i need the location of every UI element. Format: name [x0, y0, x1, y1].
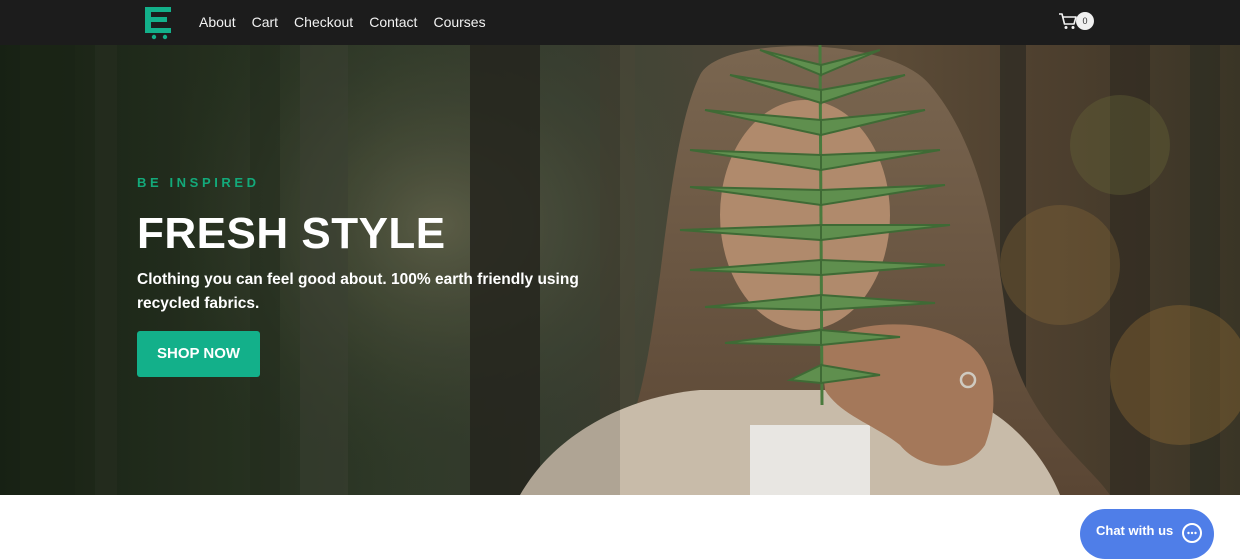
logo-icon[interactable] [142, 4, 176, 40]
chat-widget-button[interactable]: Chat with us [1080, 509, 1214, 559]
nav-link-courses[interactable]: Courses [433, 14, 485, 30]
main-nav: About Cart Checkout Contact Courses [199, 0, 502, 43]
hero-text-block: BE INSPIRED FRESH STYLE Clothing you can… [137, 175, 607, 377]
cart-button[interactable]: 0 [1058, 9, 1098, 33]
chat-label: Chat with us [1096, 523, 1174, 538]
hero-headline: FRESH STYLE [137, 209, 446, 258]
chat-bubble-icon [1182, 523, 1202, 543]
nav-link-checkout[interactable]: Checkout [294, 14, 353, 30]
nav-link-cart[interactable]: Cart [252, 14, 278, 30]
nav-link-about[interactable]: About [199, 14, 236, 30]
nav-link-contact[interactable]: Contact [369, 14, 417, 30]
hero-subtext: Clothing you can feel good about. 100% e… [137, 271, 579, 312]
cart-count-badge: 0 [1076, 12, 1094, 30]
hero-banner: BE INSPIRED FRESH STYLE Clothing you can… [0, 45, 1240, 495]
shop-now-button[interactable]: SHOP NOW [137, 331, 261, 377]
hero-eyebrow: BE INSPIRED [137, 175, 260, 190]
shopping-cart-icon [1059, 13, 1077, 29]
top-navigation-bar: About Cart Checkout Contact Courses 0 [0, 0, 1240, 45]
